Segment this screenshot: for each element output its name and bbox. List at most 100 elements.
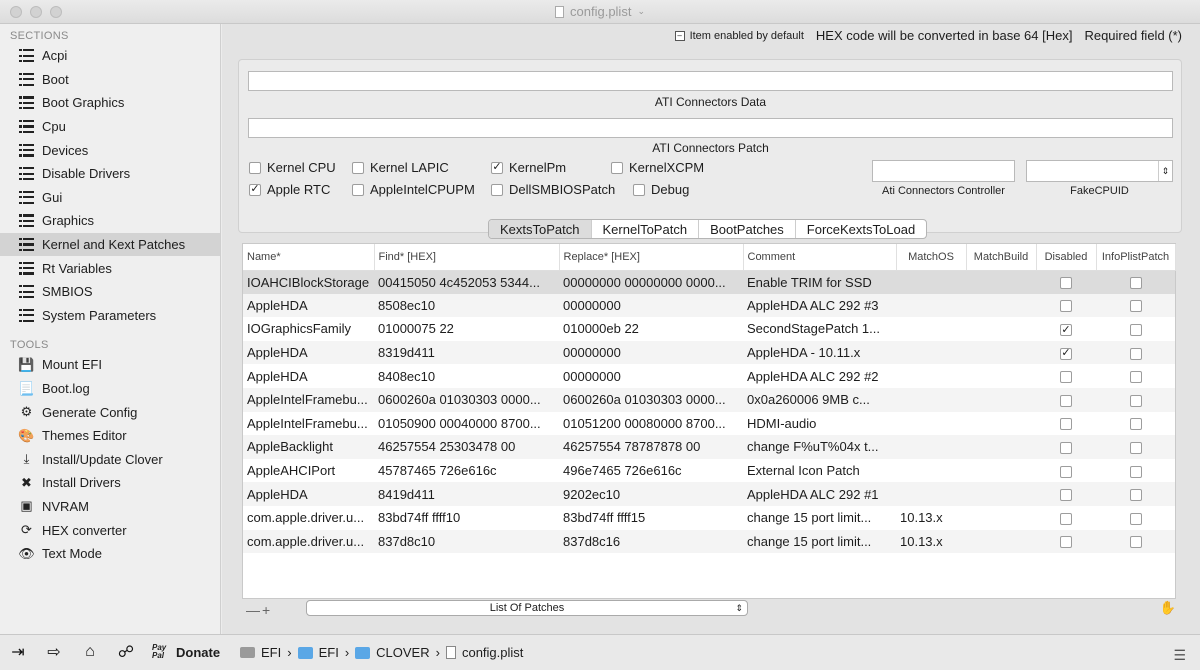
cell-disabled[interactable] [1036, 506, 1096, 530]
disabled-checkbox[interactable] [1060, 418, 1072, 431]
patch-list-popup[interactable]: List Of Patches ⇕ [306, 600, 748, 616]
checkbox-box[interactable] [249, 161, 261, 174]
minimize-button[interactable] [30, 6, 42, 18]
disabled-checkbox[interactable] [1060, 277, 1072, 290]
checkbox-box[interactable]: ✓ [249, 183, 261, 196]
cell-disabled[interactable] [1036, 435, 1096, 459]
tab-bootpatches[interactable]: BootPatches [699, 220, 796, 238]
cell-matchos[interactable] [896, 435, 966, 459]
table-row[interactable]: IOGraphicsFamily 01000075 22 010000eb 22 Se… [243, 317, 1175, 341]
infoplist-checkbox[interactable] [1129, 489, 1142, 502]
checkbox-box[interactable] [352, 183, 364, 196]
donate-button[interactable]: Pay Pal Donate [152, 644, 220, 660]
cell-matchos[interactable] [896, 270, 966, 294]
cell-matchos[interactable] [896, 412, 966, 436]
column-header-comment[interactable]: Comment [743, 244, 897, 271]
checkbox-kernel-cpu[interactable]: Kernel CPU [249, 160, 336, 175]
sidebar-tool-nvram[interactable]: ▣ NVRAM [0, 495, 220, 519]
cell-infoplistpatch[interactable] [1096, 506, 1175, 530]
sidebar-item-system-parameters[interactable]: System Parameters [0, 304, 220, 328]
checkbox-kernelxcpm[interactable]: KernelXCPM [611, 160, 704, 175]
sidebar-item-boot[interactable]: Boot [0, 68, 220, 92]
checkbox-box[interactable] [633, 183, 645, 196]
stepper-icon[interactable]: ⇕ [1158, 161, 1172, 181]
cell-name[interactable]: AppleHDA [243, 293, 374, 318]
cell-comment[interactable]: 0x0a260006 9MB c... [743, 387, 896, 412]
cell-infoplistpatch[interactable] [1096, 364, 1175, 388]
menu-icon[interactable]: ☰ [1173, 647, 1186, 664]
sidebar-item-kernel-and-kext-patches[interactable]: Kernel and Kext Patches [0, 232, 220, 257]
cell-find[interactable]: 00415050 4c452053 5344... [374, 270, 559, 294]
cell-replace[interactable]: 83bd74ff ffff15 [559, 506, 743, 530]
cell-matchbuild[interactable] [966, 482, 1036, 506]
cell-comment[interactable]: change 15 port limit... [743, 529, 896, 554]
cell-name[interactable]: AppleIntelFramebu... [243, 387, 374, 412]
disabled-checkbox[interactable] [1060, 371, 1072, 384]
infoplist-checkbox[interactable] [1129, 442, 1142, 455]
cell-matchos[interactable]: 10.13.x [896, 506, 966, 530]
column-header-infoplistpatch[interactable]: InfoPlistPatch [1096, 244, 1176, 271]
cell-name[interactable]: IOGraphicsFamily [243, 317, 374, 341]
cell-comment[interactable]: HDMI-audio [743, 412, 896, 436]
cell-comment[interactable]: AppleHDA ALC 292 #2 [743, 364, 896, 388]
disabled-checkbox[interactable] [1060, 394, 1072, 407]
cell-comment[interactable]: Enable TRIM for SSD [743, 270, 896, 294]
table-row[interactable]: com.apple.driver.u... 83bd74ff ffff10 83bd… [243, 506, 1175, 530]
cell-find[interactable]: 8419d411 [374, 482, 559, 506]
table-row[interactable]: IOAHCIBlockStorage 00415050 4c452053 5344… [243, 270, 1175, 294]
column-header-find[interactable]: Find* [HEX] [374, 244, 560, 271]
cell-disabled[interactable] [1036, 482, 1096, 506]
cell-name[interactable]: IOAHCIBlockStorage [243, 270, 374, 294]
cell-find[interactable]: 46257554 25303478 00 [374, 435, 559, 459]
table-row[interactable]: AppleHDA 8419d411 9202ec10 AppleHDA ALC 292… [243, 482, 1175, 506]
sidebar-tool-hex-converter[interactable]: ⟳ HEX converter [0, 518, 220, 542]
infoplist-checkbox[interactable] [1129, 277, 1142, 290]
cell-disabled[interactable]: ✓ [1036, 317, 1096, 341]
cell-infoplistpatch[interactable] [1096, 482, 1175, 506]
disabled-checkbox[interactable] [1060, 300, 1072, 313]
infoplist-checkbox[interactable] [1129, 512, 1142, 525]
disabled-checkbox[interactable] [1060, 489, 1072, 502]
cell-find[interactable]: 8408ec10 [374, 364, 559, 388]
cell-name[interactable]: AppleIntelFramebu... [243, 412, 374, 436]
table-row[interactable]: AppleHDA 8508ec10 00000000 AppleHDA ALC 292… [243, 293, 1175, 318]
checkbox-kernel-lapic[interactable]: Kernel LAPIC [352, 160, 449, 175]
checkbox-box[interactable] [491, 183, 503, 196]
cell-comment[interactable]: External Icon Patch [743, 459, 896, 483]
cell-matchbuild[interactable] [966, 412, 1036, 436]
infoplist-checkbox[interactable] [1129, 371, 1142, 384]
cell-name[interactable]: AppleHDA [243, 482, 374, 506]
cell-infoplistpatch[interactable] [1096, 387, 1175, 412]
checkbox-appleintelcpupm[interactable]: AppleIntelCPUPM [352, 182, 475, 197]
cell-replace[interactable]: 9202ec10 [559, 482, 743, 506]
cell-replace[interactable]: 46257554 78787878 00 [559, 435, 743, 459]
infoplist-checkbox[interactable] [1129, 300, 1142, 313]
import-icon[interactable]: ⇥ [8, 642, 28, 662]
cell-disabled[interactable]: ✓ [1036, 340, 1096, 365]
window-title[interactable]: config.plist ⌄ [555, 4, 645, 19]
cell-matchos[interactable] [896, 293, 966, 318]
cell-comment[interactable]: SecondStagePatch 1... [743, 317, 896, 341]
disabled-checkbox[interactable]: ✓ [1060, 324, 1072, 337]
sidebar-tool-install-update-clover[interactable]: ⤓ Install/Update Clover [0, 448, 220, 472]
table-row[interactable]: AppleHDA 8408ec10 00000000 AppleHDA ALC 292… [243, 364, 1175, 388]
cell-name[interactable]: AppleHDA [243, 340, 374, 365]
cell-matchbuild[interactable] [966, 529, 1036, 554]
zoom-button[interactable] [50, 6, 62, 18]
sidebar-tool-generate-config[interactable]: ⚙ Generate Config [0, 400, 220, 424]
cell-comment[interactable]: AppleHDA - 10.11.x [743, 340, 896, 365]
share-icon[interactable]: ☍ [116, 642, 136, 662]
cell-matchbuild[interactable] [966, 506, 1036, 530]
cell-name[interactable]: AppleHDA [243, 364, 374, 388]
sidebar-tool-text-mode[interactable]: 👁 Text Mode [0, 542, 220, 566]
cell-name[interactable]: com.apple.driver.u... [243, 529, 374, 554]
cell-replace[interactable]: 010000eb 22 [559, 317, 743, 341]
cell-find[interactable]: 01000075 22 [374, 317, 559, 341]
cell-matchos[interactable] [896, 387, 966, 412]
sidebar-item-smbios[interactable]: SMBIOS [0, 280, 220, 304]
cell-find[interactable]: 8319d411 [374, 340, 559, 365]
infoplist-checkbox[interactable] [1129, 394, 1142, 407]
cell-matchos[interactable] [896, 340, 966, 365]
table-row[interactable]: AppleIntelFramebu... 0600260a 01030303 00… [243, 387, 1175, 412]
table-row[interactable]: com.apple.driver.u... 837d8c10 837d8c16 cha… [243, 529, 1175, 554]
